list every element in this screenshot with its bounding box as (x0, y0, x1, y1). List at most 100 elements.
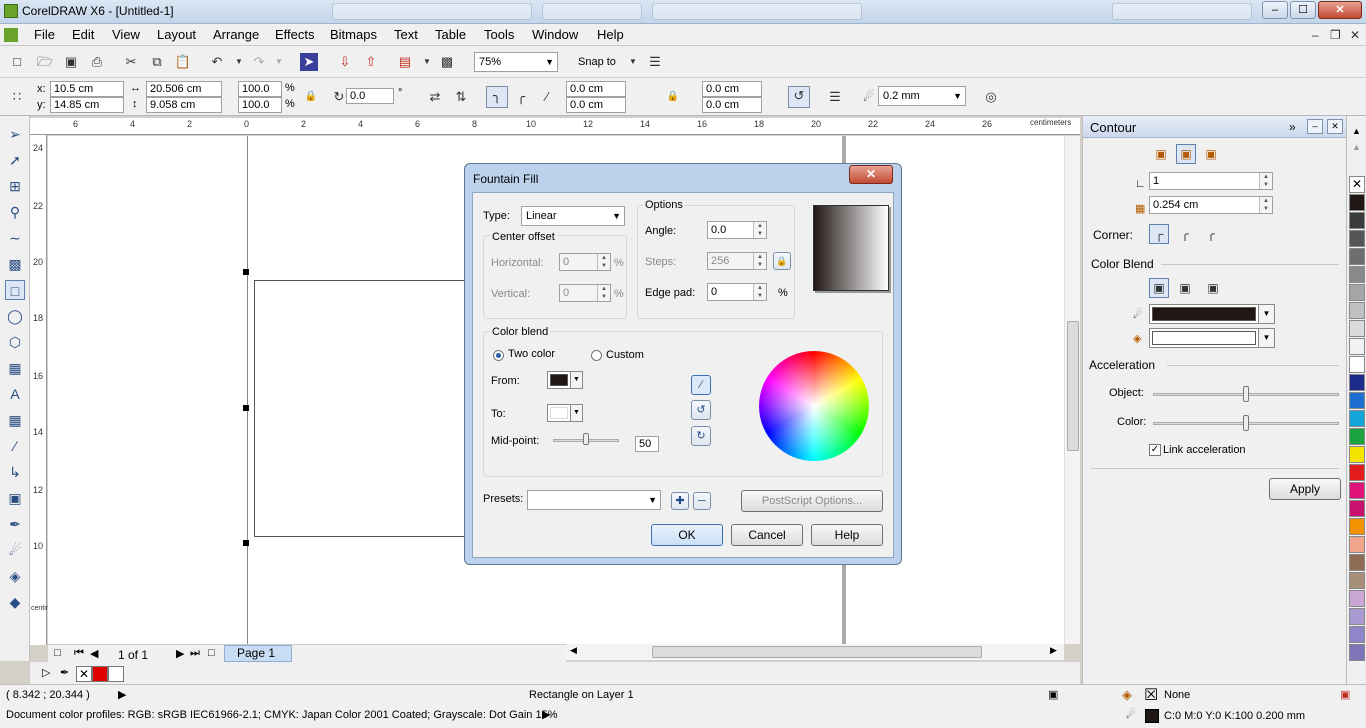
doc-minimize-icon[interactable]: – (1312, 28, 1319, 42)
palette-color-swatch[interactable] (1349, 338, 1365, 355)
to-center-icon[interactable]: ▣ (1151, 144, 1171, 164)
shape-tool-icon[interactable]: ➚ (5, 150, 25, 170)
status-expand-icon[interactable]: ▶ (118, 688, 126, 701)
close-button[interactable]: ✕ (1318, 1, 1362, 19)
mirror-horizontal-icon[interactable]: ⇄ (426, 88, 444, 106)
palette-color-swatch[interactable] (1349, 212, 1365, 229)
outline-tool-icon[interactable]: ☄ (5, 540, 25, 560)
round-corner-icon[interactable]: ╮ (486, 86, 508, 108)
palette-scroll-up-icon[interactable]: ▲ (1352, 126, 1361, 136)
menu-file[interactable]: File (34, 27, 55, 42)
palette-color-swatch[interactable] (1349, 446, 1365, 463)
palette-color-swatch[interactable] (1349, 644, 1365, 661)
palette-color-swatch[interactable] (1349, 248, 1365, 265)
vertical-ruler[interactable]: 24 22 20 18 16 14 12 10 centimeters (30, 135, 67, 645)
no-color-swatch[interactable]: ✕ (1349, 176, 1365, 193)
scale-y-field[interactable]: 100.0 (238, 97, 282, 113)
text-tool-icon[interactable]: A (5, 384, 25, 404)
gradient-preview[interactable] (813, 205, 889, 291)
save-icon[interactable]: ▣ (62, 53, 80, 71)
connector-tool-icon[interactable]: ↳ (5, 462, 25, 482)
selection-handle[interactable] (243, 405, 249, 411)
palette-color-swatch[interactable] (1349, 284, 1365, 301)
outline-width-select[interactable]: 0.2 mm ▼ (878, 86, 966, 106)
zoom-tool-icon[interactable]: ⚲ (5, 202, 25, 222)
corner-radius-top-left[interactable]: 0.0 cm (566, 81, 626, 97)
palette-color-swatch[interactable] (1349, 302, 1365, 319)
inside-contour-icon[interactable]: ▣ (1176, 144, 1196, 164)
outside-contour-icon[interactable]: ▣ (1201, 144, 1221, 164)
menu-table[interactable]: Table (435, 27, 466, 42)
steps-lock-icon[interactable]: 🔒 (773, 252, 791, 270)
fill-type-select[interactable]: Linear ▼ (521, 206, 625, 226)
copy-icon[interactable]: ⧉ (148, 53, 166, 71)
snap-to-dropdown-icon[interactable]: ▼ (624, 53, 642, 71)
midpoint-field[interactable]: 50 (635, 436, 659, 452)
clockwise-contour-colors-icon[interactable]: ▣ (1175, 278, 1195, 298)
lock-ratio-icon[interactable]: 🔒 (302, 88, 320, 106)
crop-tool-icon[interactable]: ⊞ (5, 176, 25, 196)
zoom-level-select[interactable]: 75% ▼ (474, 52, 558, 72)
palette-color-swatch[interactable] (1349, 554, 1365, 571)
launcher-dropdown-icon[interactable]: ▼ (418, 53, 436, 71)
palette-color-swatch[interactable] (1349, 518, 1365, 535)
open-icon[interactable]: 🗁 (36, 53, 54, 71)
outline-color-picker[interactable]: ▼ (1149, 304, 1275, 324)
palette-color-swatch[interactable] (1349, 266, 1365, 283)
horizontal-scrollbar[interactable]: ◀ ▶ (566, 644, 1064, 660)
basic-shapes-tool-icon[interactable]: ▦ (5, 358, 25, 378)
first-page-icon[interactable]: ⏮ (74, 647, 84, 660)
no-color-swatch[interactable]: ✕ (76, 666, 92, 682)
color-wheel[interactable] (759, 351, 869, 461)
menu-effects[interactable]: Effects (275, 27, 315, 42)
search-content-icon[interactable]: ➤ (300, 53, 318, 71)
import-icon[interactable]: ⇩ (336, 53, 354, 71)
clockwise-blend-icon[interactable]: ↻ (691, 426, 711, 446)
width-field[interactable]: 20.506 cm (146, 81, 222, 97)
chevron-down-icon[interactable]: ▼ (570, 372, 582, 388)
redo-dropdown-icon[interactable]: ▼ (270, 53, 288, 71)
slider-thumb[interactable] (583, 433, 589, 445)
palette-color-swatch[interactable] (1349, 230, 1365, 247)
cut-icon[interactable]: ✂ (122, 53, 140, 71)
options-icon[interactable]: ☰ (646, 53, 664, 71)
color-management-icon[interactable]: ▣ (1340, 688, 1350, 701)
palette-color-swatch[interactable] (1349, 356, 1365, 373)
convert-to-curves-icon[interactable]: ◎ (982, 88, 1000, 106)
mitered-corners-icon[interactable]: ┌ (1149, 224, 1169, 244)
menu-arrange[interactable]: Arrange (213, 27, 259, 42)
background-task-tab[interactable] (1112, 3, 1252, 20)
direct-blend-icon[interactable]: ∕ (691, 375, 711, 395)
chevron-down-icon[interactable]: ▼ (570, 405, 582, 421)
help-button[interactable]: Help (811, 524, 883, 546)
ellipse-tool-icon[interactable]: ◯ (5, 306, 25, 326)
palette-color-swatch[interactable] (1349, 320, 1365, 337)
x-position-field[interactable]: 10.5 cm (50, 81, 124, 97)
application-launcher-icon[interactable]: ▤ (396, 53, 414, 71)
smart-fill-tool-icon[interactable]: ▩ (5, 254, 25, 274)
edge-pad-field[interactable]: 0 ▲ ▼ (707, 283, 767, 301)
counterclockwise-blend-icon[interactable]: ↺ (691, 400, 711, 420)
horizontal-ruler[interactable]: 6 4 2 0 2 4 6 8 10 12 14 16 18 20 22 24 … (30, 118, 1080, 135)
selection-handle[interactable] (243, 540, 249, 546)
pick-tool-icon[interactable]: ➢ (5, 124, 25, 144)
prev-page-icon[interactable]: ◀ (90, 647, 98, 660)
freehand-tool-icon[interactable]: ∼ (5, 228, 25, 248)
presets-select[interactable]: ▼ (527, 490, 661, 510)
undo-dropdown-icon[interactable]: ▼ (230, 53, 248, 71)
from-color-picker[interactable]: ▼ (547, 371, 583, 389)
page-tab[interactable]: Page 1 (224, 645, 292, 662)
steps-field[interactable]: 256 ▲ ▼ (707, 252, 767, 270)
palette-color-swatch[interactable] (1349, 536, 1365, 553)
cancel-button[interactable]: Cancel (731, 524, 803, 546)
to-color-picker[interactable]: ▼ (547, 404, 583, 422)
palette-color-swatch[interactable] (1349, 590, 1365, 607)
counterclockwise-contour-colors-icon[interactable]: ▣ (1203, 278, 1223, 298)
chamfered-corner-icon[interactable]: ∕ (538, 88, 556, 106)
add-page-icon[interactable]: □ (54, 647, 61, 659)
scroll-right-icon[interactable]: ▶ (1050, 645, 1057, 656)
slider-thumb[interactable] (1243, 415, 1249, 431)
doc-close-icon[interactable]: ✕ (1350, 28, 1360, 42)
profiles-expand-icon[interactable]: ▶ (542, 708, 550, 721)
stepper-icon[interactable]: ▲ ▼ (753, 222, 766, 238)
